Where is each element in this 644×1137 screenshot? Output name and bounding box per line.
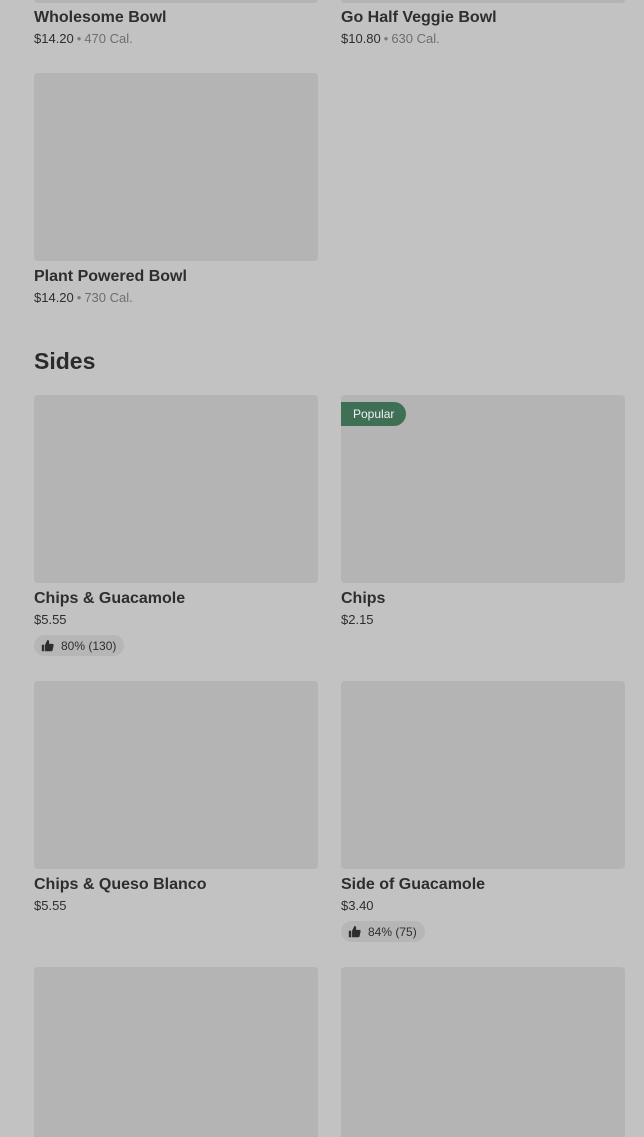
menu-item-wholesome-bowl[interactable]: Wholesome Bowl $14.20 • 470 Cal. [34,2,318,47]
item-image[interactable] [341,681,625,869]
item-image[interactable] [34,967,318,1137]
section-title-sides: Sides [34,348,96,374]
menu-item-partial-right[interactable] [341,967,625,1137]
item-price: $14.20 [34,31,74,46]
rating-text: 80% (130) [61,638,117,653]
item-name: Side of Guacamole [341,876,486,893]
item-price: $2.15 [341,612,374,627]
item-image[interactable] [341,967,625,1137]
menu-item-partial-left[interactable] [34,967,318,1137]
menu-item-chips[interactable]: Popular Chips $2.15 [341,395,625,628]
rating-text: 84% (75) [368,924,417,939]
item-name: Chips & Guacamole [34,590,186,607]
item-meta: $5.55 [34,612,318,628]
thumbs-up-icon [41,639,54,652]
item-name: Chips & Queso Blanco [34,876,207,893]
item-calories: 730 Cal. [84,290,133,305]
item-name: Chips [341,590,386,607]
item-price: $5.55 [34,612,67,627]
item-meta: $14.20 • 470 Cal. [34,31,318,47]
item-meta: $10.80 • 630 Cal. [341,31,625,47]
separator-dot: • [76,31,82,46]
menu-item-side-of-guacamole[interactable]: Side of Guacamole $3.40 84% (75) [341,681,625,943]
item-image[interactable] [34,681,318,869]
rating-badge: 84% (75) [341,921,425,942]
item-name: Go Half Veggie Bowl [341,9,497,26]
item-meta: $5.55 [34,898,318,914]
item-price: $14.20 [34,290,74,305]
menu-page: Wholesome Bowl $14.20 • 470 Cal. Go Half V… [0,0,644,1137]
menu-item-chips-guacamole[interactable]: Chips & Guacamole $5.55 80% (130) [34,395,318,657]
item-image[interactable]: Popular [341,395,625,583]
item-meta: $2.15 [341,612,625,628]
item-calories: 630 Cal. [391,31,440,46]
item-name: Wholesome Bowl [34,9,167,26]
rating-badge: 80% (130) [34,635,125,656]
item-calories: 470 Cal. [84,31,133,46]
thumbs-up-icon [348,925,361,938]
item-price: $10.80 [341,31,381,46]
menu-item-chips-queso-blanco[interactable]: Chips & Queso Blanco $5.55 [34,681,318,914]
item-meta: $14.20 • 730 Cal. [34,290,318,306]
menu-item-go-half-veggie-bowl[interactable]: Go Half Veggie Bowl $10.80 • 630 Cal. [341,2,625,47]
item-meta: $3.40 [341,898,625,914]
menu-item-plant-powered-bowl[interactable]: Plant Powered Bowl $14.20 • 730 Cal. [34,73,318,306]
item-image[interactable] [34,73,318,261]
item-name: Plant Powered Bowl [34,268,187,285]
separator-dot: • [76,290,82,305]
item-image[interactable] [34,395,318,583]
separator-dot: • [383,31,389,46]
item-price: $5.55 [34,898,67,913]
popular-badge: Popular [341,402,407,426]
item-price: $3.40 [341,898,374,913]
